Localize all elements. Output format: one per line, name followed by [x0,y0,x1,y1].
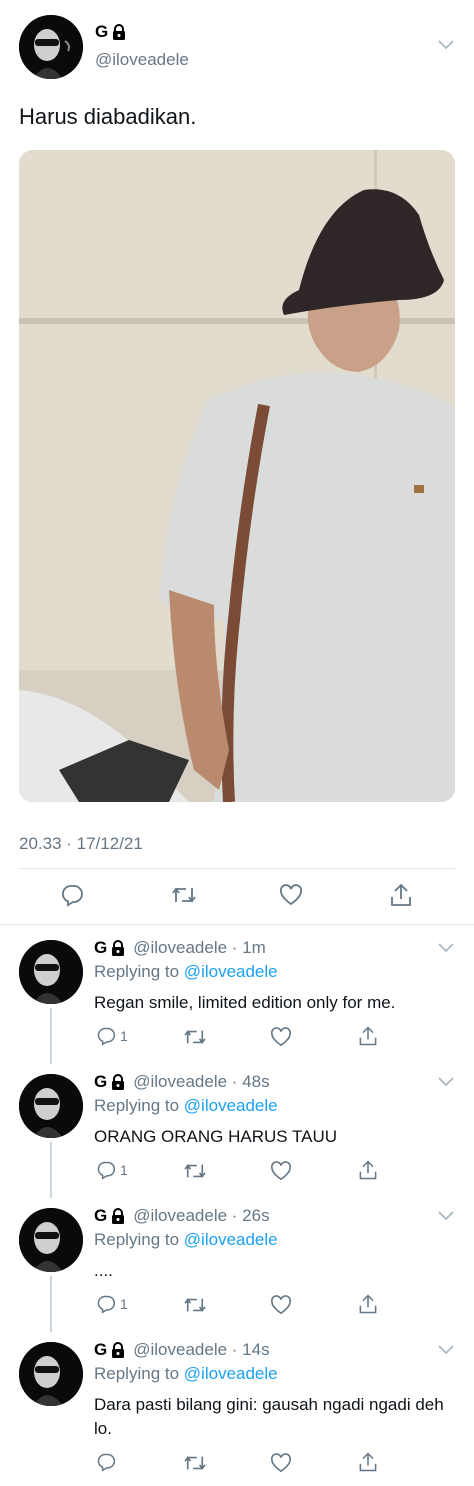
tweet-text: Harus diabadikan. [19,104,197,129]
retweet-icon[interactable] [171,884,197,906]
like-icon[interactable] [279,884,303,906]
chevron-down-icon[interactable] [438,1211,454,1221]
reply-icon[interactable] [96,1026,116,1046]
reply-meta: @iloveadele · 26s [133,1206,270,1225]
reply-count: 1 [120,1028,128,1044]
share-icon[interactable] [389,882,413,908]
display-name[interactable]: G [94,1206,107,1226]
display-name[interactable]: G [94,1340,107,1360]
share-icon[interactable] [357,1451,379,1473]
thread-line [50,1008,52,1064]
lock-icon [111,1342,125,1358]
chevron-down-icon[interactable] [438,943,454,953]
lock-icon [112,24,126,40]
display-name[interactable]: G [94,938,107,958]
avatar[interactable] [19,1208,83,1272]
like-icon[interactable] [270,1027,292,1047]
retweet-icon[interactable] [183,1161,207,1181]
reply-text: Regan smile, limited edition only for me… [94,993,396,1012]
share-icon[interactable] [357,1159,379,1181]
reply-meta: @iloveadele · 14s [133,1340,270,1359]
avatar[interactable] [19,1342,83,1406]
thread-line [50,1142,52,1198]
avatar[interactable] [19,940,83,1004]
reply-text: Dara pasti bilang gini: gausah ngadi nga… [94,1395,444,1438]
reply-count: 1 [120,1296,128,1312]
chevron-down-icon[interactable] [438,1077,454,1087]
reply-icon[interactable] [96,1294,116,1314]
replying-to-label: Replying to [94,1096,180,1115]
lock-icon [111,1208,125,1224]
reply-text: .... [94,1261,113,1280]
replying-to-label: Replying to [94,1364,180,1383]
replying-to-label: Replying to [94,962,180,981]
chevron-down-icon[interactable] [438,1345,454,1355]
retweet-icon[interactable] [183,1295,207,1315]
tweet-photo[interactable] [19,150,455,802]
replying-to-link[interactable]: @iloveadele [184,1096,278,1115]
reply-text: ORANG ORANG HARUS TAUU [94,1127,338,1146]
share-icon[interactable] [357,1293,379,1315]
replying-to-label: Replying to [94,1230,180,1249]
replying-to-link[interactable]: @iloveadele [184,1364,278,1383]
thread-line [50,1276,52,1332]
divider [0,924,474,925]
reply-icon[interactable] [60,883,84,907]
like-icon[interactable] [270,1161,292,1181]
reply-icon[interactable] [96,1160,116,1180]
lock-icon [111,940,125,956]
like-icon[interactable] [270,1295,292,1315]
reply-meta: @iloveadele · 1m [133,938,266,957]
reply-icon[interactable] [96,1452,116,1472]
retweet-icon[interactable] [183,1453,207,1473]
user-handle[interactable]: @iloveadele [95,50,189,70]
avatar[interactable] [19,15,83,79]
display-name[interactable]: G [94,1072,107,1092]
replying-to-link[interactable]: @iloveadele [184,962,278,981]
replying-to-link[interactable]: @iloveadele [184,1230,278,1249]
chevron-down-icon[interactable] [438,40,454,50]
share-icon[interactable] [357,1025,379,1047]
display-name[interactable]: G [95,22,108,42]
lock-icon [111,1074,125,1090]
reply-count: 1 [120,1162,128,1178]
tweet-timestamp: 20.33 · 17/12/21 [19,834,143,853]
reply-meta: @iloveadele · 48s [133,1072,270,1091]
like-icon[interactable] [270,1453,292,1473]
retweet-icon[interactable] [183,1027,207,1047]
avatar[interactable] [19,1074,83,1138]
divider [19,868,455,869]
